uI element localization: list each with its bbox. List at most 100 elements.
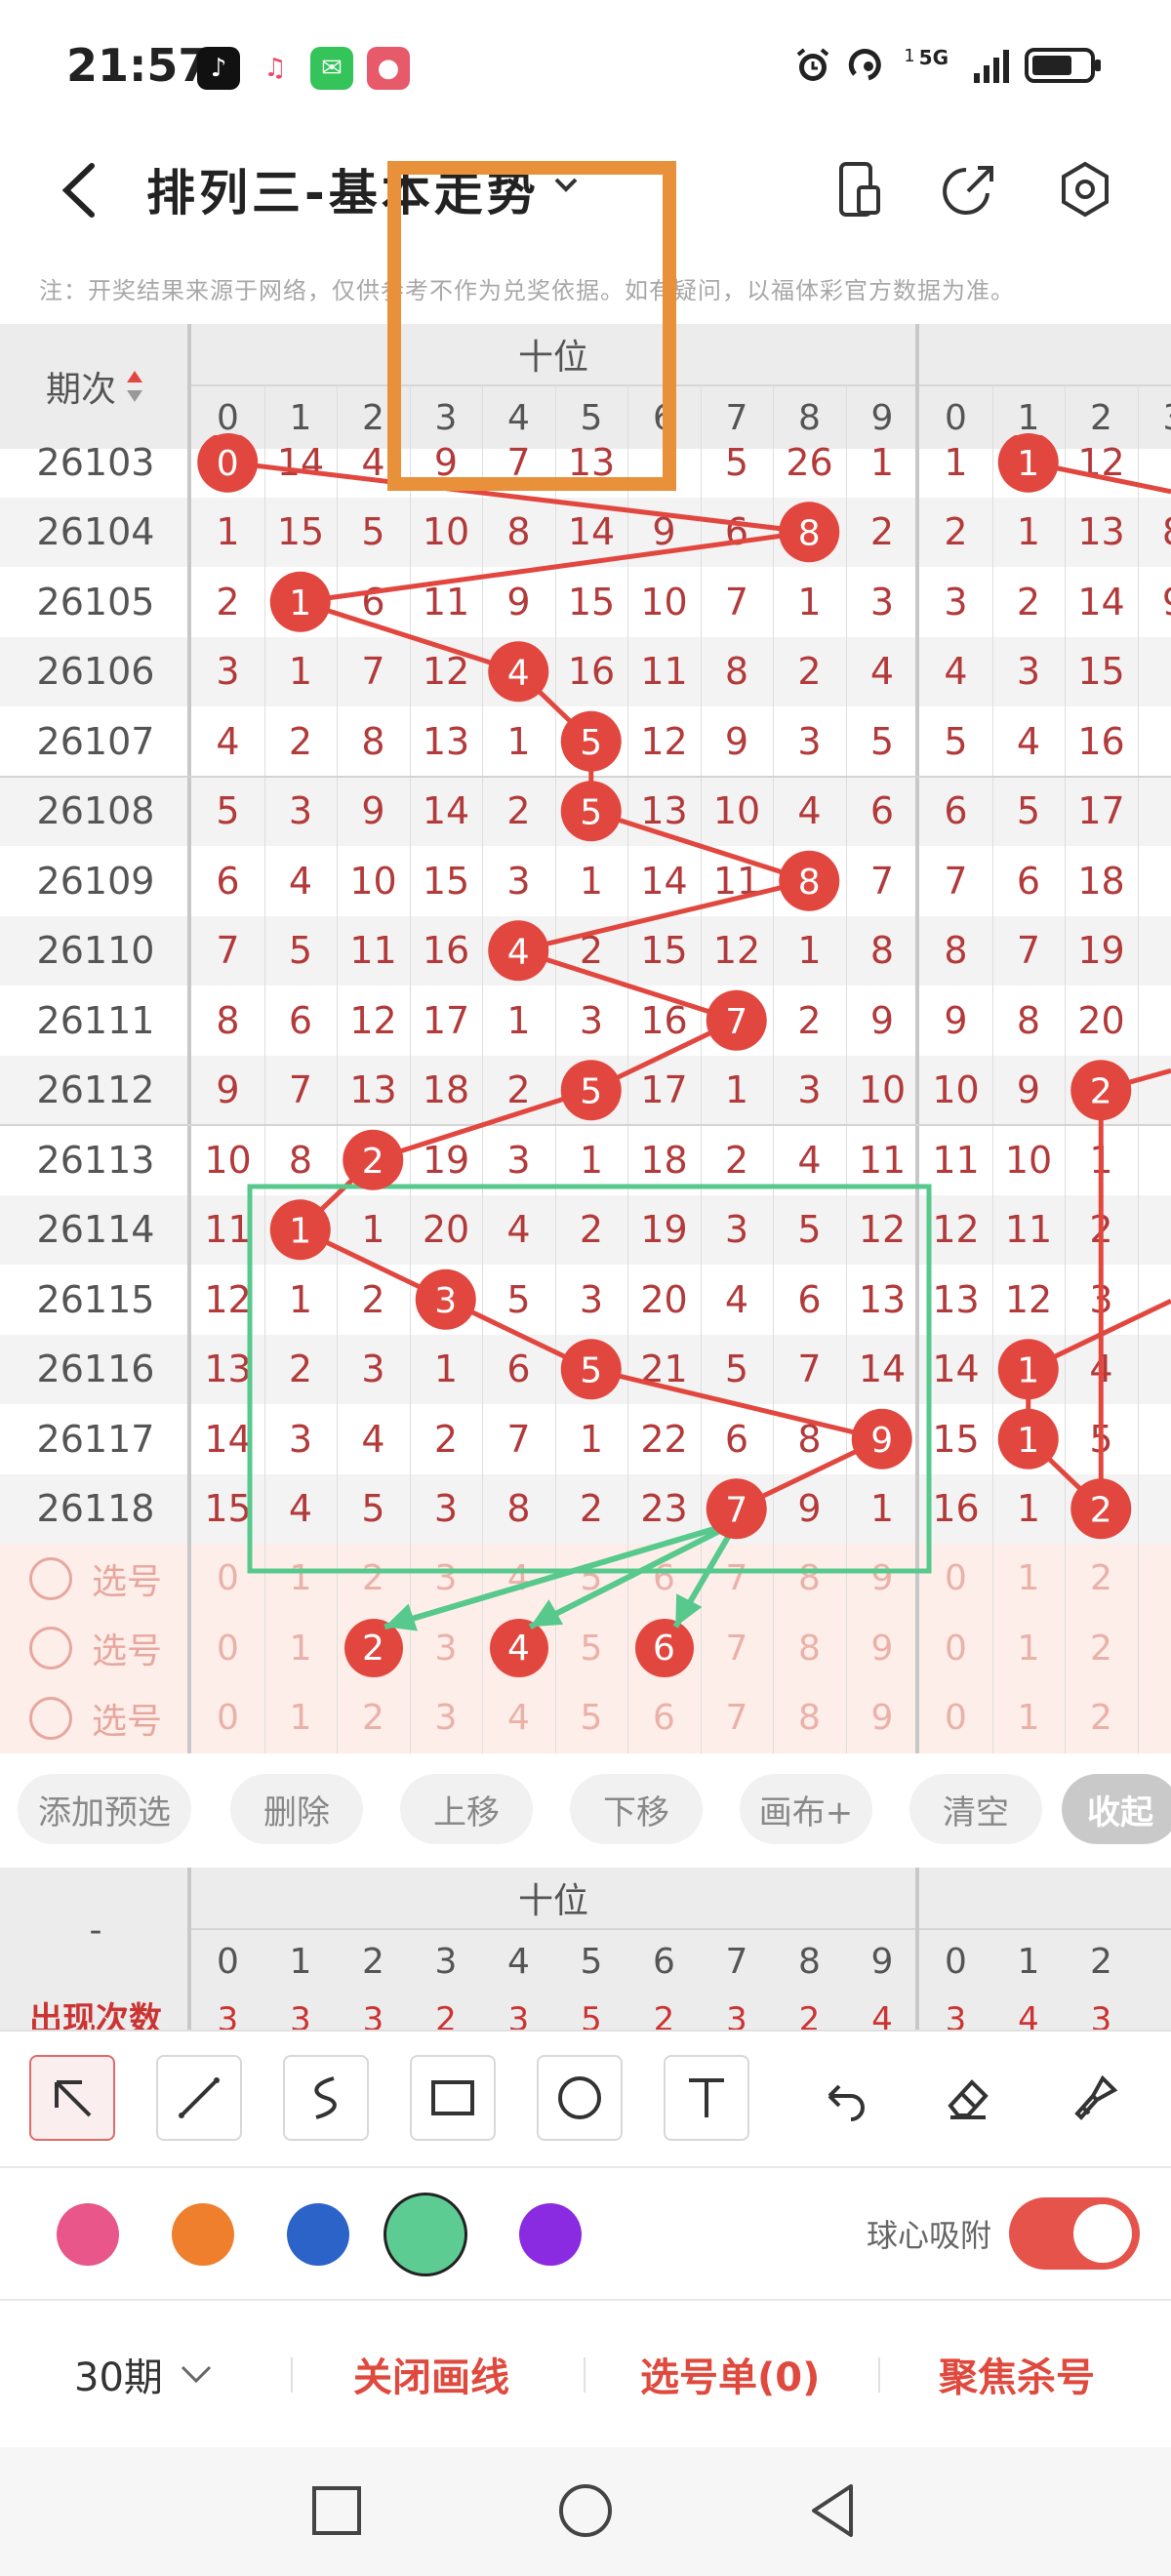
column-divider bbox=[187, 1868, 191, 2030]
stats-digit-header-3: 3 bbox=[434, 1941, 458, 1982]
unit-occurrence-count: 4 bbox=[1018, 2000, 1039, 2030]
home-icon[interactable] bbox=[551, 2476, 620, 2545]
unit-ball-marker-label: 2 bbox=[1090, 1071, 1112, 1111]
eraser-button[interactable] bbox=[925, 2055, 1011, 2141]
occurrence-count: 5 bbox=[581, 2000, 602, 2030]
stats-digit-header-7: 7 bbox=[725, 1941, 748, 1982]
brush-clear-button[interactable] bbox=[1052, 2055, 1138, 2141]
stats-digit-header-8: 8 bbox=[798, 1941, 821, 1982]
close-lines-button[interactable]: 关闭画线 bbox=[353, 2346, 509, 2402]
rectangle-icon bbox=[431, 2080, 474, 2115]
orange-box-annotation[interactable] bbox=[387, 161, 676, 491]
unit-ball-marker-label: 1 bbox=[1017, 1350, 1039, 1390]
stats-header: - 十位 出现次数 0 3 1 3 2 3 3 2 4 3 5 5 6 2 7 3 8 2 9 4 0 3 1 4 2 3 bbox=[0, 1868, 1171, 2030]
recents-icon[interactable] bbox=[303, 2476, 371, 2545]
arrow-select-icon bbox=[55, 2080, 92, 2117]
period-selector[interactable]: 30期 bbox=[74, 2346, 216, 2402]
undo-button[interactable] bbox=[798, 2055, 884, 2141]
brush-clear-icon bbox=[1074, 2074, 1118, 2120]
color-picker-bar: 球心吸附 bbox=[0, 2166, 1171, 2299]
text-tool[interactable] bbox=[664, 2055, 749, 2141]
occurrence-count: 2 bbox=[798, 2000, 821, 2030]
freehand-tool[interactable] bbox=[283, 2055, 369, 2141]
add-preselect-button[interactable]: 添加预选 bbox=[18, 1774, 191, 1844]
stats-digit-header-9: 9 bbox=[870, 1941, 894, 1982]
text-icon bbox=[689, 2078, 724, 2117]
trend-line bbox=[372, 1087, 592, 1163]
trend-line bbox=[299, 599, 520, 674]
ball-marker-label: 9 bbox=[870, 1421, 893, 1461]
system-nav-bar bbox=[0, 2447, 1171, 2576]
occurrence-count: 3 bbox=[217, 2000, 239, 2030]
stats-digit-header-4: 4 bbox=[507, 1941, 530, 1982]
ball-marker-label: 5 bbox=[580, 723, 602, 763]
unit-ball-marker-label: 1 bbox=[1017, 1421, 1039, 1461]
ball-marker-label: 7 bbox=[725, 1002, 747, 1042]
ball-marker-label: 3 bbox=[434, 1281, 457, 1321]
color-swatch[interactable] bbox=[172, 2203, 234, 2266]
ball-marker-label: 2 bbox=[362, 1142, 384, 1182]
drawing-toolbar bbox=[0, 2030, 1171, 2166]
occurrence-count: 3 bbox=[726, 2000, 747, 2030]
ball-marker-label: 5 bbox=[580, 1350, 602, 1390]
ball-marker-label: 8 bbox=[798, 863, 821, 903]
footer-divider bbox=[584, 2357, 586, 2393]
color-swatch[interactable] bbox=[384, 2193, 467, 2276]
stats-unit-digit-header-0: 0 bbox=[945, 1941, 967, 1982]
unit-occurrence-count: 3 bbox=[1090, 2000, 1112, 2030]
snap-toggle[interactable] bbox=[1009, 2197, 1140, 2270]
ball-marker-label: 8 bbox=[798, 513, 821, 553]
occurrence-label: 出现次数 bbox=[29, 2000, 162, 2030]
arrow-head bbox=[384, 1603, 418, 1631]
ball-marker-label: 1 bbox=[289, 584, 311, 624]
back-nav-icon[interactable] bbox=[800, 2476, 868, 2545]
ball-marker-label: 4 bbox=[507, 932, 530, 972]
pick-list-button[interactable]: 选号单(0) bbox=[640, 2346, 820, 2402]
circle-tool[interactable] bbox=[537, 2055, 623, 2141]
stats-digit-header-0: 0 bbox=[217, 1941, 239, 1982]
arrow-select-tool[interactable] bbox=[29, 2055, 115, 2141]
stats-digit-header-5: 5 bbox=[580, 1941, 603, 1982]
period-label: 30期 bbox=[74, 2355, 163, 2400]
stats-unit-digit-header-2: 2 bbox=[1090, 1941, 1112, 1982]
column-divider bbox=[915, 1868, 919, 2030]
stats-digit-header-2: 2 bbox=[362, 1941, 384, 1982]
trend-line bbox=[226, 460, 810, 535]
ball-marker-label: 5 bbox=[580, 792, 602, 832]
undo-icon bbox=[828, 2084, 865, 2121]
ball-marker-label: 4 bbox=[507, 653, 530, 693]
color-swatch[interactable] bbox=[519, 2203, 582, 2266]
delete-button[interactable]: 删除 bbox=[230, 1774, 363, 1844]
ball-marker-label: 7 bbox=[725, 1490, 747, 1530]
color-swatch[interactable] bbox=[57, 2203, 119, 2266]
freehand-icon bbox=[314, 2076, 337, 2119]
occurrence-count: 2 bbox=[435, 2000, 457, 2030]
footer-divider bbox=[291, 2357, 293, 2393]
clear-button[interactable]: 清空 bbox=[909, 1774, 1042, 1844]
occurrence-count: 3 bbox=[362, 2000, 384, 2030]
ball-marker-label: 0 bbox=[217, 444, 239, 484]
rectangle-tool[interactable] bbox=[410, 2055, 496, 2141]
move-up-button[interactable]: 上移 bbox=[400, 1774, 533, 1844]
toggle-knob bbox=[1073, 2204, 1132, 2263]
footer-bar: 30期 关闭画线 选号单(0) 聚焦杀号 bbox=[0, 2299, 1171, 2447]
trend-line bbox=[517, 947, 738, 1024]
focus-kill-button[interactable]: 聚焦杀号 bbox=[939, 2346, 1095, 2402]
color-swatch[interactable] bbox=[287, 2203, 349, 2266]
canvas-plus-button[interactable]: 画布+ bbox=[740, 1774, 872, 1844]
unit-occurrence-count: 3 bbox=[945, 2000, 967, 2030]
drawing-overlay[interactable]: 0 8 1 4 5 5 8 4 7 5 2 1 3 5 9 7 1 1 1 2 2 bbox=[0, 0, 1171, 1766]
line-tool[interactable] bbox=[156, 2055, 242, 2141]
stats-digit-header-6: 6 bbox=[653, 1941, 675, 1982]
move-down-button[interactable]: 下移 bbox=[570, 1774, 703, 1844]
occurrence-count: 3 bbox=[507, 2000, 530, 2030]
occurrence-count: 3 bbox=[290, 2000, 311, 2030]
line-icon bbox=[179, 2077, 220, 2118]
collapse-button[interactable]: 收起 bbox=[1062, 1774, 1171, 1844]
eraser-icon bbox=[948, 2079, 989, 2119]
ball-marker-label: 5 bbox=[580, 1071, 602, 1111]
stats-digit-header-1: 1 bbox=[289, 1941, 312, 1982]
trend-line bbox=[300, 529, 810, 605]
trend-line bbox=[590, 1366, 883, 1442]
chevron-down-icon bbox=[181, 2365, 211, 2384]
